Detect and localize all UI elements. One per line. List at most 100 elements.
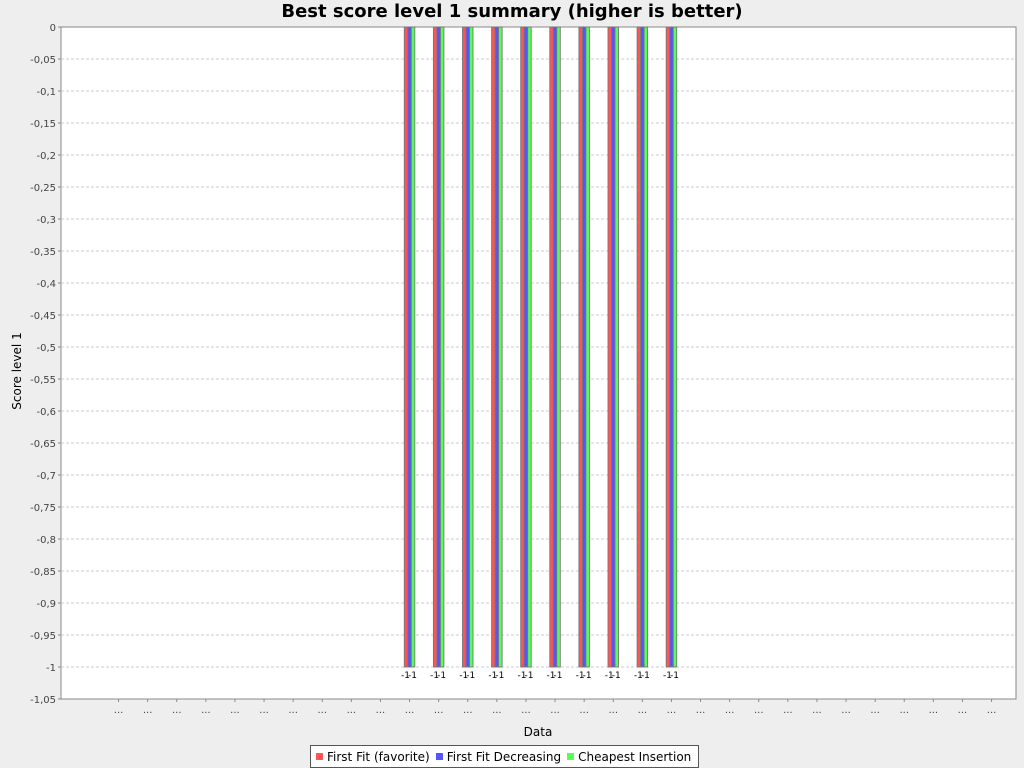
y-tick-label: -0,4 — [36, 279, 56, 290]
bar — [462, 26, 467, 668]
bar — [614, 26, 619, 668]
bar — [403, 26, 409, 668]
x-tick-label: ... — [783, 705, 793, 716]
x-tick-label: ... — [172, 705, 182, 716]
bar — [552, 26, 558, 668]
y-tick-label: 0 — [50, 23, 56, 34]
x-tick-label: ... — [754, 705, 764, 716]
bar — [520, 26, 525, 668]
x-tick-label: ... — [725, 705, 735, 716]
bar — [527, 26, 532, 668]
legend-item-first-fit: First Fit (favorite) — [314, 750, 430, 764]
data-label: -1 — [583, 671, 592, 681]
bar — [436, 26, 441, 668]
x-tick-label: ... — [550, 705, 560, 716]
bar — [432, 26, 438, 668]
bar — [407, 26, 412, 668]
x-tick-label: ... — [608, 705, 618, 716]
y-tick-label: -1 — [46, 663, 56, 674]
legend-swatch-first-fit — [316, 753, 323, 760]
data-label: -1 — [612, 671, 621, 681]
bar — [556, 26, 561, 668]
data-label: -1 — [670, 671, 679, 681]
legend-swatch-cheapest-insertion — [567, 753, 575, 760]
y-tick-label: -0,95 — [30, 631, 56, 642]
y-axis-label: Score level 1 — [10, 332, 24, 409]
bar — [611, 26, 616, 668]
x-tick-label: ... — [958, 705, 968, 716]
x-tick-label: ... — [579, 705, 589, 716]
x-tick-label: ... — [638, 705, 648, 716]
bar — [491, 26, 496, 668]
bar — [585, 26, 590, 668]
bar — [410, 26, 416, 668]
x-tick-label: ... — [201, 705, 211, 716]
legend-label-first-fit: First Fit (favorite) — [327, 749, 430, 764]
x-tick-label: ... — [521, 705, 531, 716]
x-tick-label: ... — [463, 705, 473, 716]
x-tick-label: ... — [143, 705, 153, 716]
data-label: -1 — [641, 671, 650, 681]
x-tick-label: ... — [929, 705, 939, 716]
y-tick-label: -0,15 — [30, 119, 56, 130]
bar — [669, 26, 674, 668]
bar — [439, 26, 445, 668]
legend-item-cheapest-insertion: Cheapest Insertion — [565, 750, 691, 764]
x-axis-label: Data — [524, 725, 553, 739]
x-tick-label: ... — [259, 705, 269, 716]
x-tick-label: ... — [114, 705, 124, 716]
y-axis-ticks: 0 -0,05 -0,1 -0,15 -0,2 -0,25 -0,3 -0,35 -0,4 -0,… — [30, 23, 61, 706]
bar — [469, 26, 474, 668]
bar — [607, 26, 612, 668]
legend-label-first-fit-decreasing: First Fit Decreasing — [446, 749, 562, 764]
y-tick-label: -0,05 — [30, 55, 56, 66]
x-tick-label: ... — [870, 705, 880, 716]
x-tick-label: ... — [492, 705, 502, 716]
y-tick-label: -0,55 — [30, 375, 56, 386]
legend: First Fit (favorite) First Fit Decreasin… — [310, 745, 700, 768]
x-tick-label: ... — [347, 705, 357, 716]
bar — [549, 26, 554, 668]
bar-chart: -1-1 -1-1 -1-1 -1-1 -1-1 -1-1 -1-1 -1-1 -1-1 -1-1… — [10, 23, 1017, 739]
data-label: -1 — [466, 671, 475, 681]
bar — [523, 26, 529, 668]
x-tick-label: ... — [696, 705, 706, 716]
y-tick-label: -0,85 — [30, 567, 56, 578]
y-tick-label: -0,1 — [36, 87, 56, 98]
x-tick-label: ... — [434, 705, 444, 716]
x-tick-label: ... — [230, 705, 240, 716]
y-tick-label: -0,3 — [36, 215, 56, 226]
y-tick-label: -0,7 — [36, 471, 56, 482]
plot-area — [60, 26, 1017, 700]
legend-item-first-fit-decreasing: First Fit Decreasing — [434, 750, 561, 764]
x-tick-label: ... — [376, 705, 386, 716]
y-tick-label: -0,25 — [30, 183, 56, 194]
bar — [581, 26, 587, 668]
x-tick-label: ... — [405, 705, 415, 716]
y-tick-label: -0,65 — [30, 439, 56, 450]
x-tick-label: ... — [899, 705, 909, 716]
bar — [665, 26, 671, 668]
y-tick-label: -0,6 — [36, 407, 56, 418]
data-label: -1 — [554, 671, 563, 681]
data-label: -1 — [437, 671, 446, 681]
x-tick-label: ... — [987, 705, 997, 716]
legend-swatch-first-fit-decreasing — [435, 753, 443, 760]
y-tick-label: -0,45 — [30, 311, 56, 322]
bar — [465, 26, 470, 668]
data-label: -1 — [524, 671, 533, 681]
bar — [578, 26, 583, 668]
x-tick-label: ... — [288, 705, 298, 716]
x-tick-label: ... — [667, 705, 677, 716]
x-tick-label: ... — [317, 705, 327, 716]
y-tick-label: -1,05 — [30, 695, 56, 706]
bar — [643, 26, 649, 668]
bar — [494, 26, 500, 668]
y-tick-label: -0,75 — [30, 503, 56, 514]
bar — [672, 26, 678, 668]
y-tick-label: -0,8 — [36, 535, 56, 546]
y-tick-label: -0,35 — [30, 247, 56, 258]
x-axis-ticks: ........................................… — [114, 699, 997, 716]
data-label: -1 — [408, 671, 417, 681]
x-tick-label: ... — [812, 705, 822, 716]
